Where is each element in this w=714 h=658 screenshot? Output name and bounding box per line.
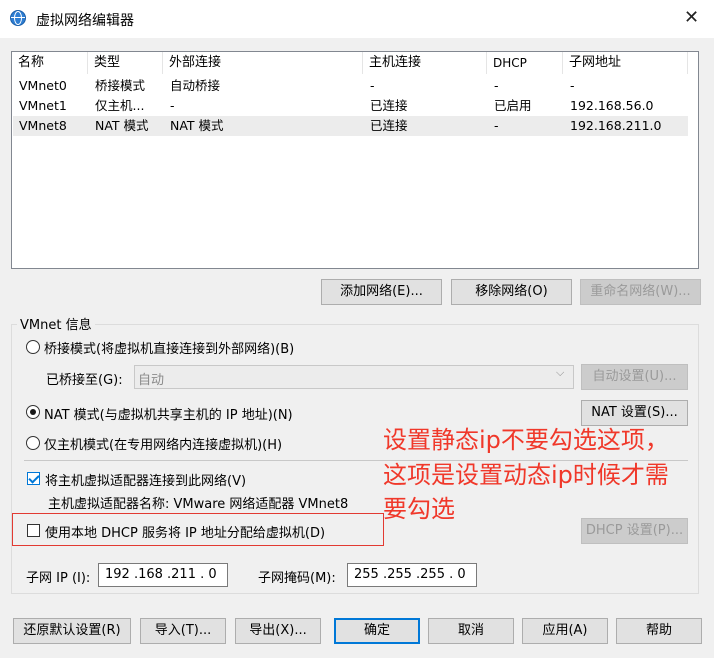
subnet-mask-label: 子网掩码(M):: [258, 571, 336, 586]
cell-subnet: 192.168.56.0: [570, 98, 654, 113]
cancel-button[interactable]: 取消: [428, 618, 514, 644]
bridged-mode-radio[interactable]: [26, 340, 40, 354]
annotation-line-1: 设置静态ip不要勾选这项，: [383, 426, 669, 454]
table-row[interactable]: VMnet0 桥接模式 自动桥接 - - -: [13, 76, 688, 96]
network-globe-icon: [10, 10, 26, 26]
cell-name: VMnet1: [19, 98, 67, 113]
column-header-dhcp[interactable]: DHCP: [487, 52, 563, 74]
export-button[interactable]: 导出(X)...: [235, 618, 321, 644]
column-header-name[interactable]: 名称: [12, 52, 88, 74]
cell-host: 已连接: [370, 118, 408, 133]
cell-external: 自动桥接: [170, 78, 221, 93]
chevron-down-icon: ⌵: [556, 366, 565, 379]
network-list[interactable]: 名称 类型 外部连接 主机连接 DHCP 子网地址 VMnet0 桥接模式 自动…: [11, 51, 699, 269]
bridged-mode-label: 桥接模式(将虚拟机直接连接到外部网络)(B): [44, 342, 295, 357]
subnet-ip-label: 子网 IP (I):: [26, 571, 91, 586]
help-button[interactable]: 帮助: [616, 618, 702, 644]
window-title: 虚拟网络编辑器: [36, 13, 134, 29]
add-network-button[interactable]: 添加网络(E)...: [321, 279, 442, 305]
cell-name: VMnet8: [19, 118, 67, 133]
apply-button[interactable]: 应用(A): [522, 618, 608, 644]
bridged-to-label: 已桥接至(G):: [46, 373, 123, 388]
subnet-ip-input[interactable]: 192 .168 .211 . 0: [98, 563, 228, 587]
column-header-type[interactable]: 类型: [88, 52, 163, 74]
cell-type: NAT 模式: [95, 118, 149, 133]
bridged-to-select[interactable]: [134, 365, 574, 389]
table-row[interactable]: VMnet1 仅主机... - 已连接 已启用 192.168.56.0: [13, 96, 688, 116]
close-icon[interactable]: ✕: [684, 7, 699, 28]
dhcp-settings-button[interactable]: DHCP 设置(P)...: [581, 518, 688, 544]
annotation-line-2: 这项是设置动态ip时候才需: [383, 461, 669, 489]
rename-network-button[interactable]: 重命名网络(W)...: [580, 279, 701, 305]
cell-dhcp: -: [494, 78, 499, 93]
annotation-line-3: 要勾选: [383, 495, 455, 523]
subnet-mask-input[interactable]: 255 .255 .255 . 0: [347, 563, 477, 587]
cell-host: 已连接: [370, 98, 408, 113]
connect-adapter-checkbox[interactable]: [27, 472, 40, 485]
host-only-mode-radio[interactable]: [26, 436, 40, 450]
bridged-to-value: 自动: [138, 373, 165, 388]
title-bar: 虚拟网络编辑器 ✕: [0, 0, 714, 38]
cell-dhcp: -: [494, 118, 499, 133]
cell-host: -: [370, 78, 375, 93]
cell-name: VMnet0: [19, 78, 67, 93]
auto-settings-button[interactable]: 自动设置(U)...: [581, 364, 688, 390]
column-header-subnet[interactable]: 子网地址: [563, 52, 688, 74]
cell-type: 桥接模式: [95, 78, 146, 93]
import-button[interactable]: 导入(T)...: [140, 618, 226, 644]
nat-mode-radio[interactable]: [26, 405, 40, 419]
use-dhcp-checkbox[interactable]: [27, 524, 40, 537]
cell-subnet: 192.168.211.0: [570, 118, 662, 133]
connect-adapter-label: 将主机虚拟适配器连接到此网络(V): [45, 474, 247, 489]
cell-dhcp: 已启用: [494, 98, 532, 113]
adapter-name-label: 主机虚拟适配器名称: VMware 网络适配器 VMnet8: [48, 497, 349, 512]
nat-mode-label: NAT 模式(与虚拟机共享主机的 IP 地址)(N): [44, 408, 293, 423]
column-header-host[interactable]: 主机连接: [363, 52, 487, 74]
cell-external: -: [170, 98, 175, 113]
table-row-selected[interactable]: VMnet8 NAT 模式 NAT 模式 已连接 - 192.168.211.0: [13, 116, 688, 136]
remove-network-button[interactable]: 移除网络(O): [451, 279, 572, 305]
host-only-mode-label: 仅主机模式(在专用网络内连接虚拟机)(H): [44, 438, 283, 453]
use-dhcp-label: 使用本地 DHCP 服务将 IP 地址分配给虚拟机(D): [45, 526, 326, 541]
ok-button[interactable]: 确定: [334, 618, 420, 644]
column-header-external[interactable]: 外部连接: [163, 52, 363, 74]
cell-external: NAT 模式: [170, 118, 224, 133]
vmnet-info-label: VMnet 信息: [17, 314, 95, 333]
restore-defaults-button[interactable]: 还原默认设置(R): [13, 618, 131, 644]
cell-subnet: -: [570, 78, 575, 93]
cell-type: 仅主机...: [95, 98, 145, 113]
